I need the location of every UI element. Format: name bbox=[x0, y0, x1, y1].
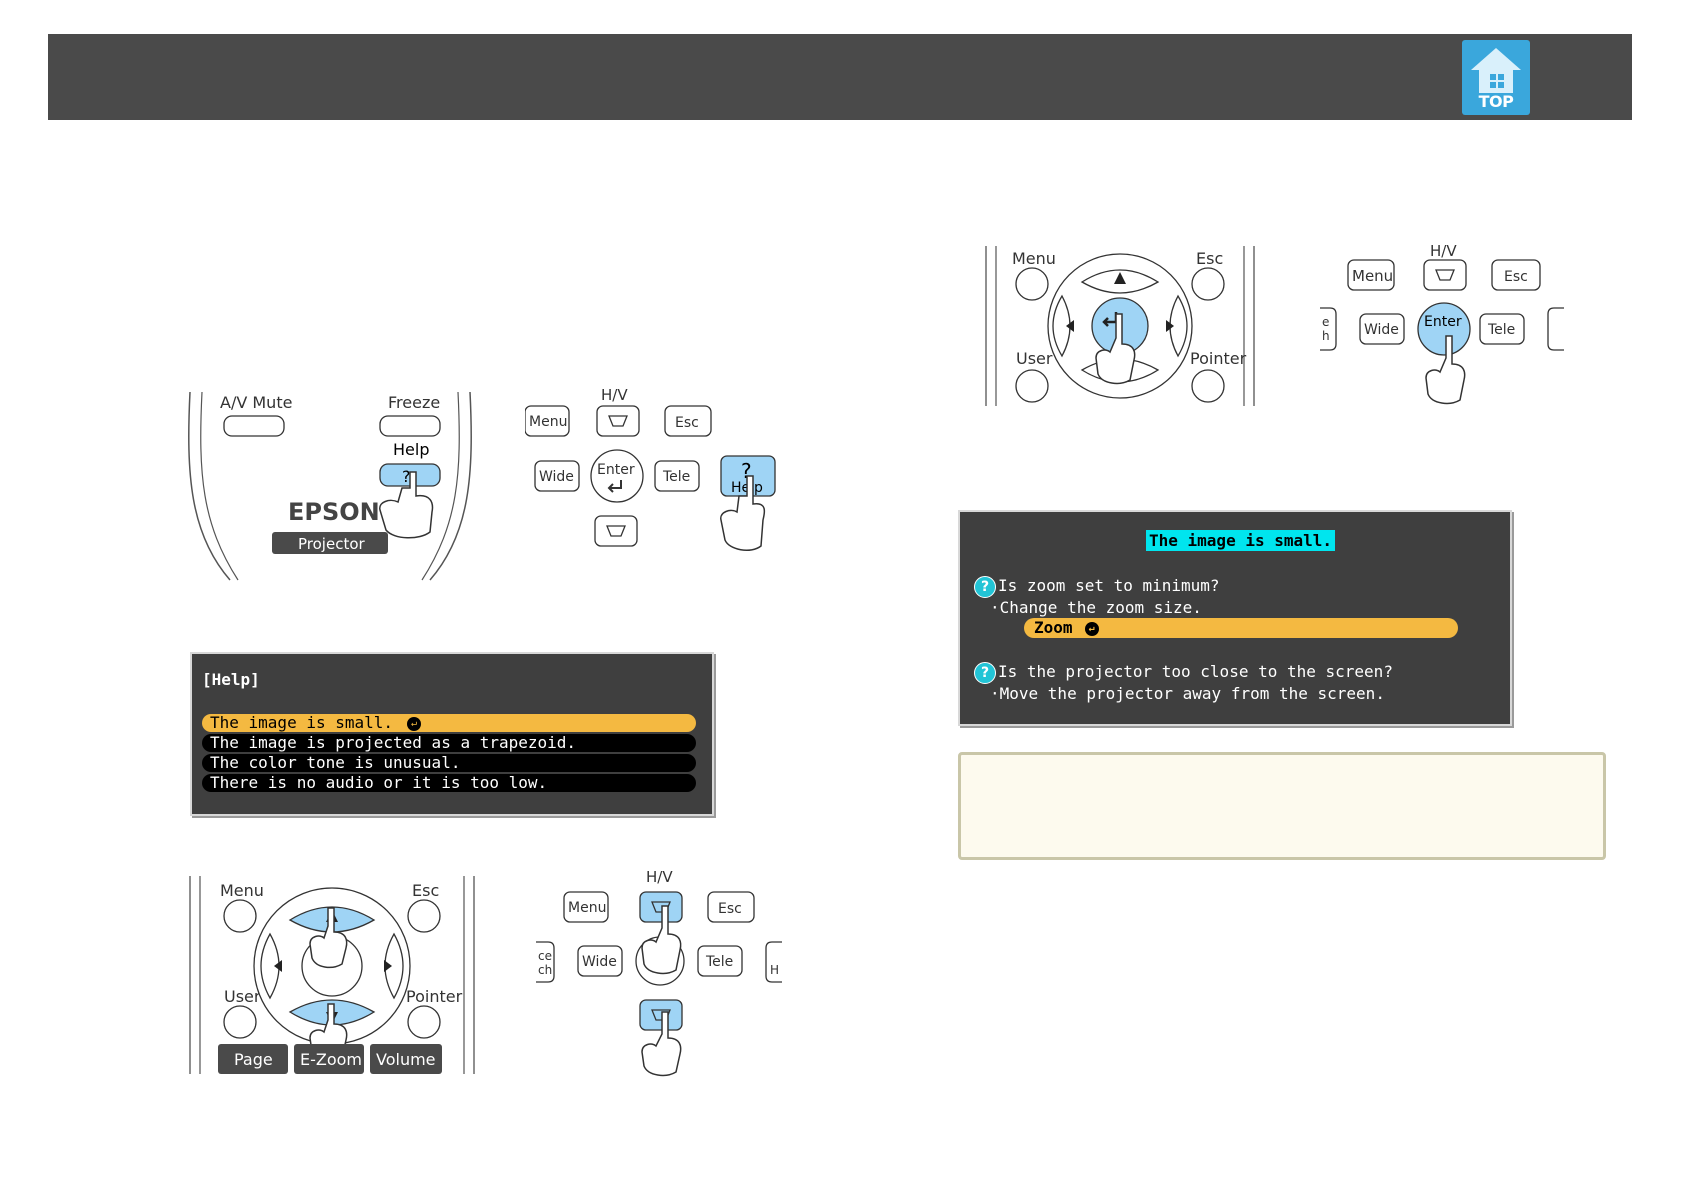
menu-label: Menu bbox=[568, 900, 606, 916]
help-symbol: ? bbox=[402, 467, 411, 486]
hv-button bbox=[639, 891, 683, 923]
question-2: Is the projector too close to the screen… bbox=[998, 662, 1393, 681]
user-label: User bbox=[1016, 349, 1053, 368]
enter-label: Enter bbox=[597, 462, 635, 478]
volume-label: Volume bbox=[376, 1050, 436, 1069]
page-label: Page bbox=[234, 1050, 273, 1069]
partial-label-left-2: h bbox=[1322, 329, 1330, 343]
help-detail-screen: The image is small. ? Is zoom set to min… bbox=[958, 510, 1512, 726]
remote-nav-illustration: Menu Esc User Pointer Page E-Zoom Volume bbox=[189, 876, 475, 1074]
zoom-label: Zoom bbox=[1034, 618, 1073, 637]
pointer-label: Pointer bbox=[1190, 349, 1247, 368]
esc-label: Esc bbox=[1504, 269, 1528, 285]
user-button bbox=[223, 1005, 257, 1039]
esc-button bbox=[1191, 267, 1225, 301]
help-menu-item[interactable]: The image is small. ↵ bbox=[202, 714, 696, 732]
help-menu-screen: [Help] The image is small. ↵ The image is… bbox=[190, 652, 714, 816]
partial-label-left: ce bbox=[538, 949, 552, 963]
menu-button bbox=[1015, 267, 1049, 301]
question-icon: ? bbox=[974, 576, 996, 598]
window-shape bbox=[1498, 74, 1504, 80]
freeze-label: Freeze bbox=[388, 393, 440, 412]
note-box bbox=[958, 752, 1606, 860]
tele-label: Tele bbox=[705, 954, 733, 970]
e-zoom-label: E-Zoom bbox=[300, 1050, 362, 1069]
esc-label: Esc bbox=[718, 901, 742, 917]
keystone-down-button bbox=[594, 515, 638, 547]
home-icon bbox=[1471, 48, 1521, 70]
enter-icon: ↵ bbox=[407, 716, 422, 731]
menu-label: Menu bbox=[220, 881, 264, 900]
menu-label: Menu bbox=[1012, 249, 1056, 268]
partial-label-right: H bbox=[770, 963, 779, 977]
enter-icon: ↵ bbox=[1084, 621, 1099, 636]
top-label: TOP bbox=[1478, 92, 1514, 111]
wide-label: Wide bbox=[582, 954, 617, 970]
panel-nav-illustration: H/V Menu Esc ce ch Wide Tele H bbox=[536, 868, 782, 1077]
window-shape bbox=[1490, 74, 1496, 80]
esc-label: Esc bbox=[675, 415, 699, 431]
question-icon: ? bbox=[974, 662, 996, 684]
help-menu-item[interactable]: The color tone is unusual. bbox=[202, 754, 696, 772]
home-icon-body bbox=[1479, 69, 1513, 93]
header-bar bbox=[48, 34, 1632, 120]
epson-logo: EPSON bbox=[288, 498, 380, 526]
tele-label: Tele bbox=[1487, 322, 1515, 338]
hv-label: H/V bbox=[601, 386, 628, 404]
zoom-button[interactable]: Zoom ↵ bbox=[1024, 618, 1458, 638]
wide-label: Wide bbox=[1364, 322, 1399, 338]
window-shape bbox=[1490, 82, 1496, 88]
projector-label: Projector bbox=[298, 535, 365, 553]
help-menu-item-label: The color tone is unusual. bbox=[210, 753, 461, 772]
top-button[interactable]: TOP bbox=[1462, 40, 1530, 115]
help-menu-item-label: The image is small. bbox=[210, 713, 394, 732]
hv-button bbox=[1423, 259, 1467, 291]
hv-button bbox=[596, 405, 640, 437]
menu-label: Menu bbox=[1352, 267, 1393, 285]
help-menu-item-label: There is no audio or it is too low. bbox=[210, 773, 548, 792]
esc-button bbox=[407, 899, 441, 933]
av-mute-button bbox=[223, 415, 285, 437]
freeze-button bbox=[379, 415, 441, 437]
window-shape bbox=[1498, 82, 1504, 88]
enter-label: Enter bbox=[1424, 314, 1462, 330]
partial-label-left: e bbox=[1322, 315, 1329, 329]
hv-label: H/V bbox=[646, 868, 673, 886]
user-button bbox=[1015, 369, 1049, 403]
pointer-button bbox=[1191, 369, 1225, 403]
pointer-label: Pointer bbox=[406, 987, 463, 1006]
partial-button-right bbox=[1547, 307, 1564, 351]
user-label: User bbox=[224, 987, 261, 1006]
question-1: Is zoom set to minimum? bbox=[998, 576, 1220, 595]
panel-enter-illustration: H/V Menu Esc e h Wide Enter Tele bbox=[1320, 242, 1564, 405]
tele-label: Tele bbox=[662, 469, 690, 485]
answer-2: ·Move the projector away from the screen… bbox=[990, 684, 1385, 703]
menu-label: Menu bbox=[529, 414, 567, 430]
remote-help-illustration: A/V Mute Freeze Help ? EPSON Projector bbox=[188, 391, 472, 581]
wide-label: Wide bbox=[539, 469, 574, 485]
partial-label-left-2: ch bbox=[538, 963, 552, 977]
answer-1: ·Change the zoom size. bbox=[990, 598, 1202, 617]
av-mute-label: A/V Mute bbox=[220, 393, 292, 412]
help-menu-item[interactable]: There is no audio or it is too low. bbox=[202, 774, 696, 792]
menu-button bbox=[223, 899, 257, 933]
panel-help-illustration: H/V Menu Esc Wide Enter Tele ? Help bbox=[525, 386, 776, 552]
pointer-button bbox=[407, 1005, 441, 1039]
help-menu-title: [Help] bbox=[202, 670, 260, 689]
esc-label: Esc bbox=[1196, 249, 1223, 268]
help-detail-title: The image is small. bbox=[1146, 530, 1336, 551]
help-menu-item[interactable]: The image is projected as a trapezoid. bbox=[202, 734, 696, 752]
esc-label: Esc bbox=[412, 881, 439, 900]
remote-enter-illustration: Menu Esc User Pointer bbox=[985, 246, 1255, 406]
help-menu-item-label: The image is projected as a trapezoid. bbox=[210, 733, 577, 752]
hv-label: H/V bbox=[1430, 242, 1457, 260]
help-label: Help bbox=[393, 440, 429, 459]
keystone-down-button bbox=[639, 999, 683, 1031]
